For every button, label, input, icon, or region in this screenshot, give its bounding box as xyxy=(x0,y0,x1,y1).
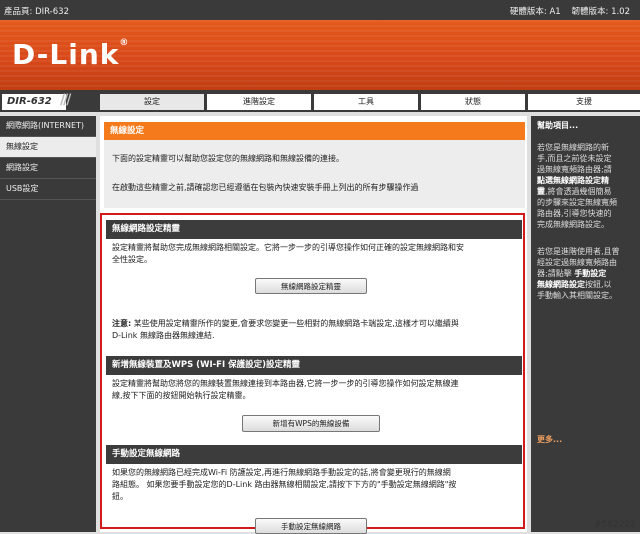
help-more-link[interactable]: 更多... xyxy=(537,434,562,445)
sidebar: 網際網路(INTERNET) 無線設定 網路設定 USB設定 xyxy=(0,116,96,532)
tab-tools[interactable]: 工具 xyxy=(314,94,418,110)
section-wireless-wizard-note-2: D-Link 無線路由器無線連結. xyxy=(112,331,215,340)
top-info-bar: 產品頁: DIR-632 硬體版本: A1 韌體版本: 1.02 xyxy=(0,0,640,20)
intro-panel: 下面的設定精靈可以幫助您設定您的無線網路和無線設備的連接。 在啟動這些精靈之前,… xyxy=(104,140,525,208)
help-line: 靈,將會透過幾個簡易 xyxy=(537,186,631,197)
help-line: 完成無線網路設定。 xyxy=(537,220,609,229)
section-wireless-wizard-title: 無線網路設定精靈 xyxy=(106,220,522,239)
product-page-label: 產品頁: DIR-632 xyxy=(4,7,69,17)
help-line: 若您是無線網路的新 xyxy=(537,143,609,152)
help-line: 若您是進階使用者,且曾 xyxy=(537,247,620,256)
sidebar-item-network[interactable]: 網路設定 xyxy=(0,158,96,179)
section-wps-wizard-title: 新增無線裝置及WPS (WI-FI 保護設定)設定精靈 xyxy=(106,356,522,375)
help-line: 路由器,引導您快速的 xyxy=(537,209,612,218)
add-wps-device-button[interactable]: 新增有WPS的無線設備 xyxy=(242,415,380,432)
page-title: 無線設定 xyxy=(104,122,525,140)
help-line: 手動輸入其相關設定。 xyxy=(537,291,617,300)
tab-status[interactable]: 狀態 xyxy=(421,94,525,110)
help-text: ,將會透過幾個簡易 xyxy=(545,187,612,196)
help-line: 手,而且之前從未設定 xyxy=(537,154,612,163)
brand-banner: D-Link® xyxy=(0,20,640,90)
section-wps-wizard-text-1: 設定精靈將幫助您將您的無線裝置無線連接到本路由器,它將一步一步的引導您操作如何設… xyxy=(112,379,459,388)
help-panel: 幫助項目... 若您是無線網路的新 手,而且之前從未設定 過無線寬頻路由器;請 … xyxy=(531,116,640,532)
help-line: 點選無線網路設定精 xyxy=(537,175,631,186)
tab-setup[interactable]: 設定 xyxy=(100,94,204,110)
section-wireless-wizard-note-1: 注意: 某些使用設定精靈所作的變更,會要求您變更一些相對的無線網路卡端設定,這樣… xyxy=(112,318,516,330)
section-manual-setup-title: 手動設定無線網路 xyxy=(106,445,522,464)
watermark: #582222 xyxy=(594,520,636,530)
tab-support[interactable]: 支援 xyxy=(528,94,640,110)
intro-text-1: 下面的設定精靈可以幫助您設定您的無線網路和無線設備的連接。 xyxy=(112,154,344,163)
help-bold: 無線網路設定 xyxy=(537,280,585,289)
section-wireless-wizard-text-2: 全性設定。 xyxy=(112,255,152,264)
help-paragraph-2: 若您是進階使用者,且曾 經設定過無線寬頻路由 器;請點擊 手動設定 無線網路設定… xyxy=(537,246,631,301)
sidebar-item-internet[interactable]: 網際網路(INTERNET) xyxy=(0,116,96,137)
wireless-wizard-button[interactable]: 無線網路設定精靈 xyxy=(255,278,367,294)
tab-advanced[interactable]: 進階設定 xyxy=(207,94,311,110)
help-paragraph-1: 若您是無線網路的新 手,而且之前從未設定 過無線寬頻路由器;請 點選無線網路設定… xyxy=(537,142,631,230)
help-bold: 點選無線網路設定精 xyxy=(537,176,609,185)
sidebar-item-usb[interactable]: USB設定 xyxy=(0,179,96,200)
model-slash-decoration: /// xyxy=(60,92,71,108)
model-badge: DIR-632 xyxy=(2,94,66,110)
version-info: 硬體版本: A1 韌體版本: 1.02 xyxy=(509,7,630,17)
section-wps-wizard-text-2: 線,按下下面的按鈕開始執行設定精靈。 xyxy=(112,391,251,400)
section-manual-setup-text-2: 路組態。 如果您要手動設定您的D-Link 路由器無線相關設定,請按下下方的"手… xyxy=(112,480,457,489)
help-text: 按鈕,以 xyxy=(585,280,612,289)
help-line: 無線網路設定按鈕,以 xyxy=(537,279,631,290)
sidebar-item-wireless[interactable]: 無線設定 xyxy=(0,137,96,158)
help-line: 過無線寬頻路由器;請 xyxy=(537,165,612,174)
section-manual-setup-text-1: 如果您的無線網路已經完成Wi-Fi 防護設定,再進行無線網路手動設定的話,將會變… xyxy=(112,468,451,477)
help-line: 的步驟來設定無線寬頻 xyxy=(537,198,617,207)
section-wireless-wizard-text-1: 設定精靈將幫助您完成無線網路相關設定。它將一步一步的引導您操作如何正確的設定無線… xyxy=(112,243,464,252)
note-text: 某些使用設定精靈所作的變更,會要求您變更一些相對的無線網路卡端設定,這樣才可以繼… xyxy=(131,319,459,328)
dlink-logo: D-Link® xyxy=(12,38,130,71)
help-line: 經設定過無線寬頻路由 xyxy=(537,258,617,267)
help-bold: 手動設定 xyxy=(574,269,607,278)
note-label: 注意: xyxy=(112,319,132,328)
section-manual-setup-text-3: 鈕。 xyxy=(112,492,128,501)
intro-text-2: 在啟動這些精靈之前,請確認您已經遵循在包裝內快速安裝手冊上列出的所有步驟操作過 xyxy=(112,183,419,192)
help-text: 器;請點擊 xyxy=(537,269,575,278)
help-bold: 靈 xyxy=(537,187,545,196)
help-title: 幫助項目... xyxy=(537,121,579,130)
help-line: 器;請點擊 手動設定 xyxy=(537,268,631,279)
